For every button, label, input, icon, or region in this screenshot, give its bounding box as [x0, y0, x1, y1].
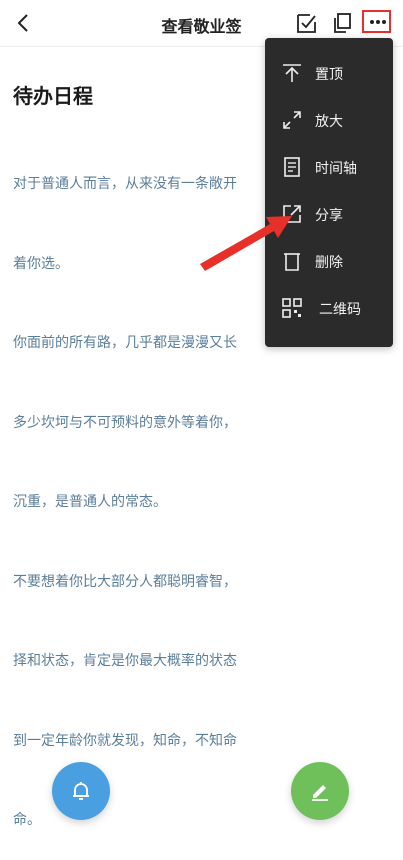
menu-item-label: 置顶	[315, 67, 343, 83]
menu-item-qr-code[interactable]: 二维码	[265, 286, 393, 332]
note-line: 择和状态，肯定是你最大概率的状态	[13, 653, 237, 669]
edit-button[interactable]	[291, 762, 349, 820]
dot-icon	[376, 20, 380, 24]
more-options-menu: 置顶 放大 时间轴 分享 删除 二维码	[265, 38, 393, 347]
note-line: 沉重，是普通人的常态。	[13, 494, 167, 510]
menu-item-label: 二维码	[319, 302, 361, 318]
more-options-button[interactable]	[362, 10, 391, 33]
note-title: 待办日程	[13, 84, 93, 108]
menu-item-label: 时间轴	[315, 161, 357, 177]
pointer-arrow-icon	[200, 216, 292, 271]
checklist-icon[interactable]	[295, 11, 319, 35]
pin-top-icon	[283, 64, 301, 82]
qr-code-icon	[282, 298, 302, 318]
note-line: 多少坎坷与不可预料的意外等着你，	[13, 414, 237, 431]
menu-item-label: 放大	[315, 114, 343, 130]
dot-icon	[370, 20, 374, 24]
menu-item-pin-top[interactable]: 置顶	[265, 51, 393, 97]
copy-icon[interactable]	[330, 11, 354, 35]
note-line: 不要想着你比大部分人都聪明睿智，	[13, 573, 237, 590]
timeline-icon	[284, 157, 300, 177]
reminder-button[interactable]	[52, 762, 110, 820]
bell-icon	[73, 782, 89, 800]
menu-item-label: 删除	[315, 255, 343, 271]
menu-item-expand[interactable]: 放大	[265, 98, 393, 144]
note-line: 到一定年龄你就发现，知命，不知命	[13, 732, 237, 749]
menu-item-label: 分享	[315, 208, 343, 224]
expand-icon	[283, 111, 301, 129]
menu-item-timeline[interactable]: 时间轴	[265, 145, 393, 191]
dot-icon	[382, 20, 386, 24]
pencil-icon	[312, 785, 328, 801]
